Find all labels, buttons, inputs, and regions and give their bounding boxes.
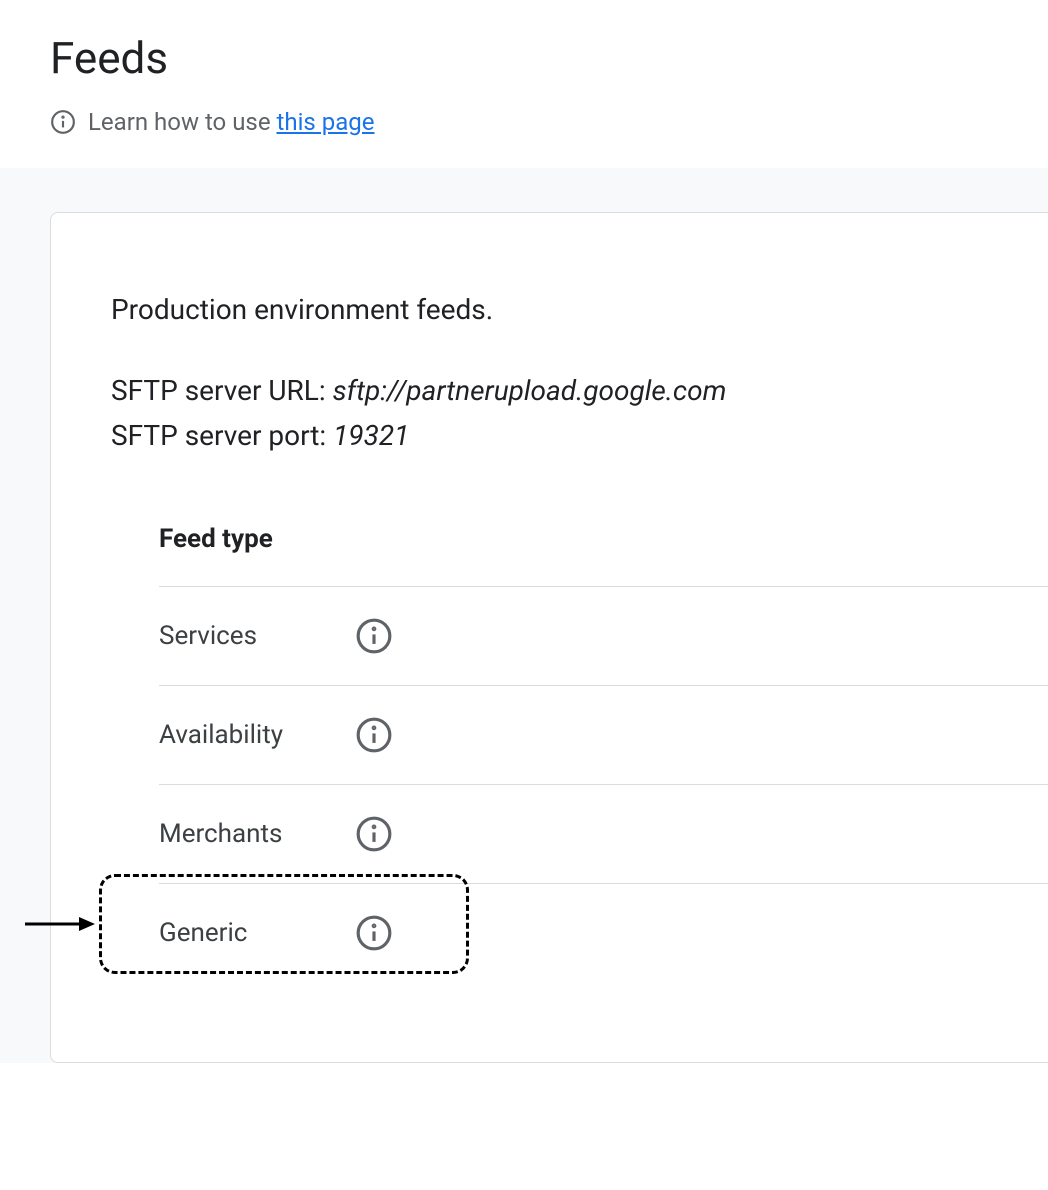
page-title: Feeds (50, 32, 998, 84)
table-header: Feed type (159, 524, 1048, 587)
sftp-port-value: 19321 (333, 419, 409, 452)
row-label-availability: Availability (159, 720, 299, 750)
table-row: Merchants (159, 785, 1048, 884)
row-label-merchants: Merchants (159, 819, 299, 849)
card-title: Production environment feeds. (111, 293, 1048, 326)
info-icon (50, 109, 76, 135)
info-icon[interactable] (355, 716, 393, 754)
table-row: Services (159, 587, 1048, 686)
info-icon[interactable] (355, 617, 393, 655)
info-icon[interactable] (355, 914, 393, 952)
learn-prefix: Learn how to use (88, 108, 277, 136)
sftp-url-value: sftp://partnerupload.google.com (333, 374, 727, 407)
row-label-services: Services (159, 621, 299, 651)
learn-link[interactable]: this page (277, 108, 375, 136)
learn-how-text: Learn how to use this page (50, 108, 998, 136)
feed-type-table: Feed type Services Availability Merc (111, 524, 1048, 982)
sftp-url-label: SFTP server URL: (111, 374, 333, 407)
page-header: Feeds Learn how to use this page (0, 0, 1048, 168)
row-label-generic: Generic (159, 918, 299, 948)
feeds-card: Production environment feeds. SFTP serve… (50, 212, 1048, 1063)
sftp-url-line: SFTP server URL: sftp://partnerupload.go… (111, 374, 1048, 407)
sftp-port-line: SFTP server port: 19321 (111, 419, 1048, 452)
annotation-arrow-icon (25, 912, 95, 936)
content-area: Production environment feeds. SFTP serve… (0, 168, 1048, 1063)
table-row: Availability (159, 686, 1048, 785)
sftp-port-label: SFTP server port: (111, 419, 333, 452)
info-icon[interactable] (355, 815, 393, 853)
table-row: Generic (159, 884, 1048, 982)
